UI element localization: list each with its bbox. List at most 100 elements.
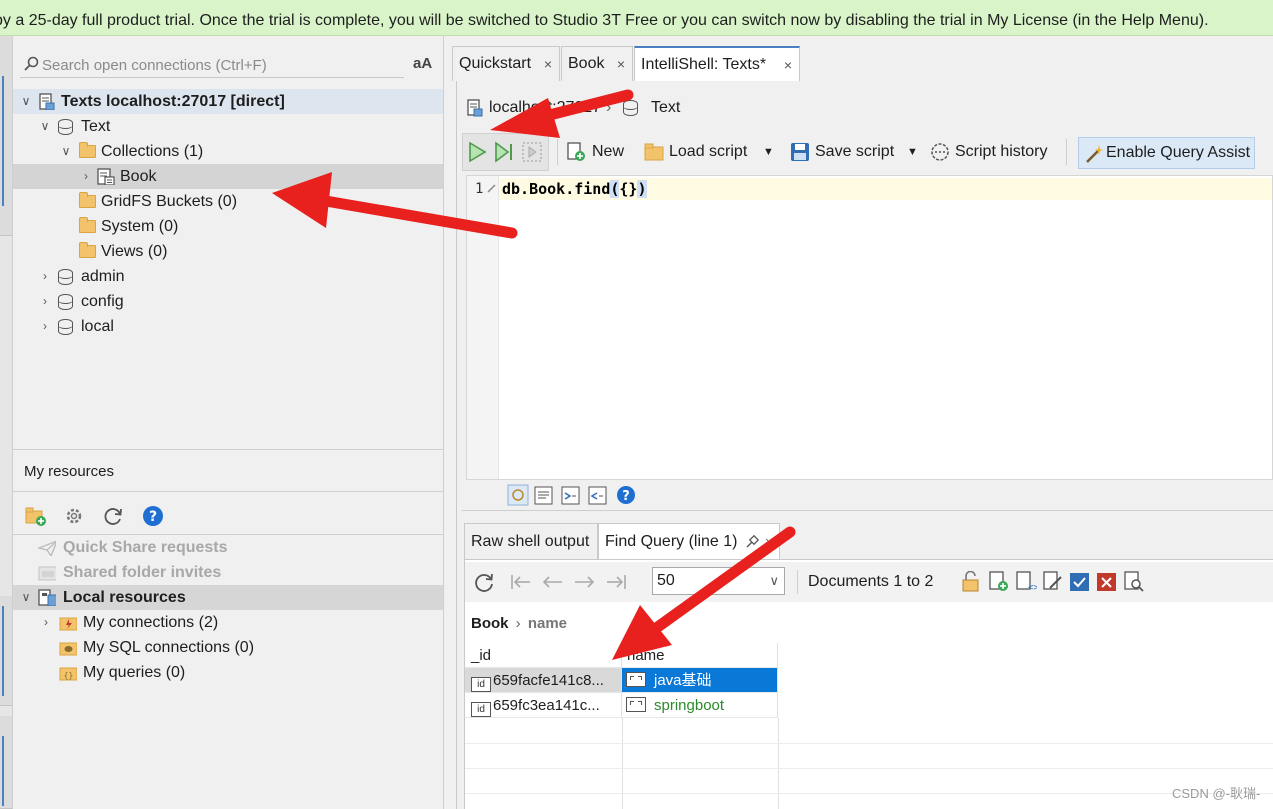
view-json-icon[interactable]: <> [1015, 571, 1037, 593]
last-page-icon[interactable] [605, 572, 627, 592]
validate-icon[interactable] [1069, 571, 1091, 593]
help-icon[interactable]: ? [616, 485, 636, 505]
column-header-id[interactable]: _id [465, 643, 622, 668]
tree-views[interactable]: Views (0) [13, 239, 443, 264]
splitter[interactable] [462, 510, 1273, 511]
sql-folder-icon [59, 642, 77, 656]
outdent-icon[interactable] [588, 486, 608, 506]
refresh-icon[interactable] [473, 571, 495, 593]
close-icon[interactable]: × [617, 47, 625, 81]
save-script-label: Save script [815, 143, 895, 160]
add-document-icon[interactable] [988, 571, 1010, 593]
path-field[interactable]: name [528, 615, 567, 632]
first-page-icon[interactable] [510, 572, 532, 592]
svg-text:{}: {} [64, 671, 74, 680]
dropdown-caret-icon[interactable]: ▼ [763, 137, 774, 167]
line-gutter [467, 176, 499, 479]
db-label: admin [81, 268, 125, 285]
previous-page-icon[interactable] [542, 572, 564, 592]
unlock-icon[interactable] [961, 571, 981, 593]
page-size-value: 50 [657, 572, 675, 589]
local-resources-node[interactable]: ∨ Local resources [13, 585, 443, 610]
chevron-down-icon[interactable]: ∨ [19, 585, 33, 610]
table-cell-id[interactable]: id 659fc3ea141c... [465, 693, 622, 718]
quick-share-label: Quick Share requests [63, 539, 228, 556]
help-icon[interactable]: ? [142, 505, 164, 527]
tab-book[interactable]: Book × [561, 46, 633, 81]
tree-db-local[interactable]: › local [13, 314, 443, 339]
table-cell-name[interactable]: springboot [622, 693, 778, 718]
dropdown-caret-icon[interactable]: ▼ [907, 137, 918, 167]
tree-db-config[interactable]: › config [13, 289, 443, 314]
delete-document-icon[interactable] [1096, 571, 1118, 593]
script-editor[interactable]: 1 db.Book.find({}) [466, 175, 1273, 480]
side-tab-resources[interactable] [0, 596, 12, 706]
tree-collection-book[interactable]: › Book [13, 164, 443, 189]
column-header-name[interactable]: name [622, 643, 778, 668]
chevron-down-icon[interactable]: ∨ [59, 139, 73, 164]
search-document-icon[interactable] [1123, 571, 1145, 593]
queries-folder-icon: {} [59, 667, 77, 681]
run-selection-icon[interactable] [521, 141, 543, 163]
run-icon[interactable] [466, 141, 488, 163]
tab-label: Book [568, 55, 605, 72]
tree-gridfs[interactable]: GridFS Buckets (0) [13, 189, 443, 214]
chevron-right-icon[interactable]: › [38, 289, 52, 314]
save-script-button[interactable]: Save script ▼ [790, 137, 920, 167]
chevron-right-icon[interactable]: › [38, 314, 52, 339]
crumb-connection[interactable]: localhost:27017 [489, 95, 601, 121]
close-icon[interactable]: × [784, 48, 792, 82]
chevron-right-icon[interactable]: › [39, 610, 53, 635]
chevron-right-icon[interactable]: › [38, 264, 52, 289]
edit-document-icon[interactable] [1042, 571, 1064, 593]
path-collection[interactable]: Book [471, 615, 509, 632]
my-sql-label: My SQL connections (0) [83, 639, 255, 656]
indent-icon[interactable] [561, 486, 581, 506]
script-history-label: Script history [955, 143, 1048, 160]
format-text-icon[interactable] [534, 486, 554, 506]
tab-intellishell[interactable]: IntelliShell: Texts* × [634, 46, 800, 81]
chevron-down-icon[interactable]: ∨ [38, 114, 52, 139]
crumb-database[interactable]: Text [651, 95, 680, 121]
chevron-right-icon[interactable]: › [79, 164, 93, 189]
tab-raw-shell-output[interactable]: Raw shell output [464, 523, 598, 559]
chevron-down-icon[interactable]: ∨ [19, 89, 33, 114]
next-page-icon[interactable] [573, 572, 595, 592]
new-folder-icon[interactable] [25, 505, 47, 527]
tree-system[interactable]: System (0) [13, 214, 443, 239]
tree-db-admin[interactable]: › admin [13, 264, 443, 289]
enable-query-assist-button[interactable]: Enable Query Assist [1078, 137, 1255, 169]
tab-quickstart[interactable]: Quickstart × [452, 46, 560, 81]
search-input[interactable] [42, 54, 402, 76]
my-connections-node[interactable]: › My connections (2) [13, 610, 443, 635]
settings-gear-icon[interactable] [63, 505, 85, 527]
my-resources-header: My resources [13, 449, 443, 492]
tree-db-text[interactable]: ∨ Text [13, 114, 443, 139]
db-label: Text [81, 118, 111, 135]
close-icon[interactable]: × [765, 524, 773, 560]
database-icon [57, 119, 73, 135]
tab-find-query[interactable]: Find Query (line 1) × [598, 523, 780, 559]
path-separator: › [515, 615, 521, 632]
tree-connection-texts[interactable]: ∨ Texts localhost:27017 [direct] [13, 89, 443, 114]
match-case-toggle[interactable]: aA [413, 55, 432, 72]
table-cell-name[interactable]: java基础 [622, 668, 778, 693]
database-icon [57, 319, 73, 335]
tree-collections[interactable]: ∨ Collections (1) [13, 139, 443, 164]
quick-share-requests: Quick Share requests [13, 535, 443, 560]
page-size-select[interactable]: 50 ∨ [652, 567, 785, 595]
close-icon[interactable]: × [544, 47, 552, 81]
table-cell-id[interactable]: id 659facfe141c8... [465, 668, 622, 693]
query-code-icon[interactable] [507, 484, 529, 506]
my-queries-node[interactable]: {} My queries (0) [13, 660, 443, 685]
script-history-button[interactable]: Script history [930, 137, 1055, 167]
side-tab-connections[interactable] [0, 36, 12, 236]
load-script-button[interactable]: Load script ▼ [644, 137, 776, 167]
svg-text:<>: <> [1028, 583, 1037, 593]
refresh-icon[interactable] [102, 505, 124, 527]
my-sql-connections-node[interactable]: My SQL connections (0) [13, 635, 443, 660]
shared-folder-invites: Shared folder invites [13, 560, 443, 585]
run-statement-icon[interactable] [493, 141, 515, 163]
side-tab-operations[interactable] [0, 716, 12, 809]
pin-icon[interactable] [745, 535, 759, 549]
